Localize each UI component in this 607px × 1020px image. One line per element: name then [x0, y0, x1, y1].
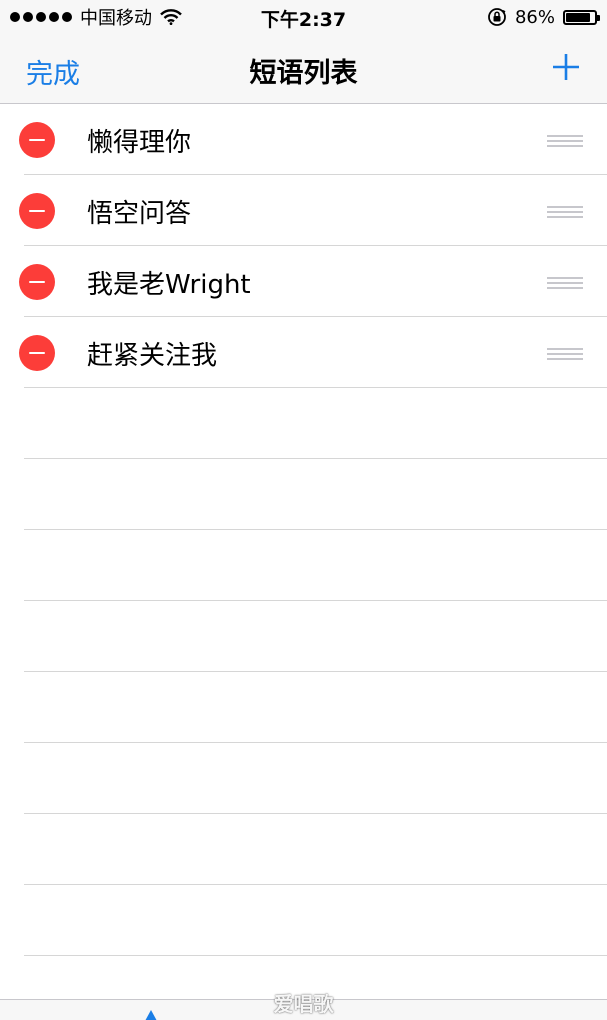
- minus-circle-icon[interactable]: [19, 264, 55, 300]
- list-item[interactable]: 懒得理你: [0, 104, 607, 175]
- phrase-list: 懒得理你 悟空问答 我是老Wright 赶紧关注我: [0, 104, 607, 956]
- phrase-label: 懒得理你: [87, 128, 192, 158]
- empty-row: [24, 814, 607, 885]
- orientation-lock-icon: [488, 8, 506, 26]
- empty-row: [24, 388, 607, 459]
- empty-row: [24, 743, 607, 814]
- phrase-label: 悟空问答: [87, 199, 192, 229]
- reorder-handle-icon[interactable]: [547, 274, 583, 290]
- minus-circle-icon[interactable]: [19, 335, 55, 371]
- tab-bar: [0, 999, 607, 1020]
- minus-circle-icon[interactable]: [19, 193, 55, 229]
- empty-row: [24, 530, 607, 601]
- list-item[interactable]: 我是老Wright: [0, 246, 607, 317]
- empty-row: [24, 672, 607, 743]
- battery-icon: [563, 9, 600, 25]
- status-bar: 中国移动 下午2:37 86%: [0, 0, 607, 34]
- battery-percent: 86%: [514, 6, 555, 28]
- empty-row: [24, 885, 607, 956]
- status-right: 86%: [487, 5, 600, 29]
- phrase-list-screen: 中国移动 下午2:37 86% 完成 短语列表 懒得理你 悟空问答 我是老Wri…: [0, 0, 607, 1020]
- empty-row: [24, 459, 607, 530]
- list-item[interactable]: 悟空问答: [0, 175, 607, 246]
- phrase-label: 赶紧关注我: [87, 341, 218, 371]
- reorder-handle-icon[interactable]: [547, 345, 583, 361]
- list-item[interactable]: 赶紧关注我: [0, 317, 607, 388]
- plus-icon[interactable]: [551, 52, 581, 82]
- phrase-label: 我是老Wright: [87, 270, 251, 300]
- reorder-handle-icon[interactable]: [547, 203, 583, 219]
- page-title: 短语列表: [249, 58, 358, 89]
- reorder-handle-icon[interactable]: [547, 132, 583, 148]
- navigation-bar: 完成 短语列表: [0, 34, 607, 104]
- empty-row: [24, 601, 607, 672]
- minus-circle-icon[interactable]: [19, 122, 55, 158]
- tab-indicator-icon[interactable]: [145, 1010, 157, 1020]
